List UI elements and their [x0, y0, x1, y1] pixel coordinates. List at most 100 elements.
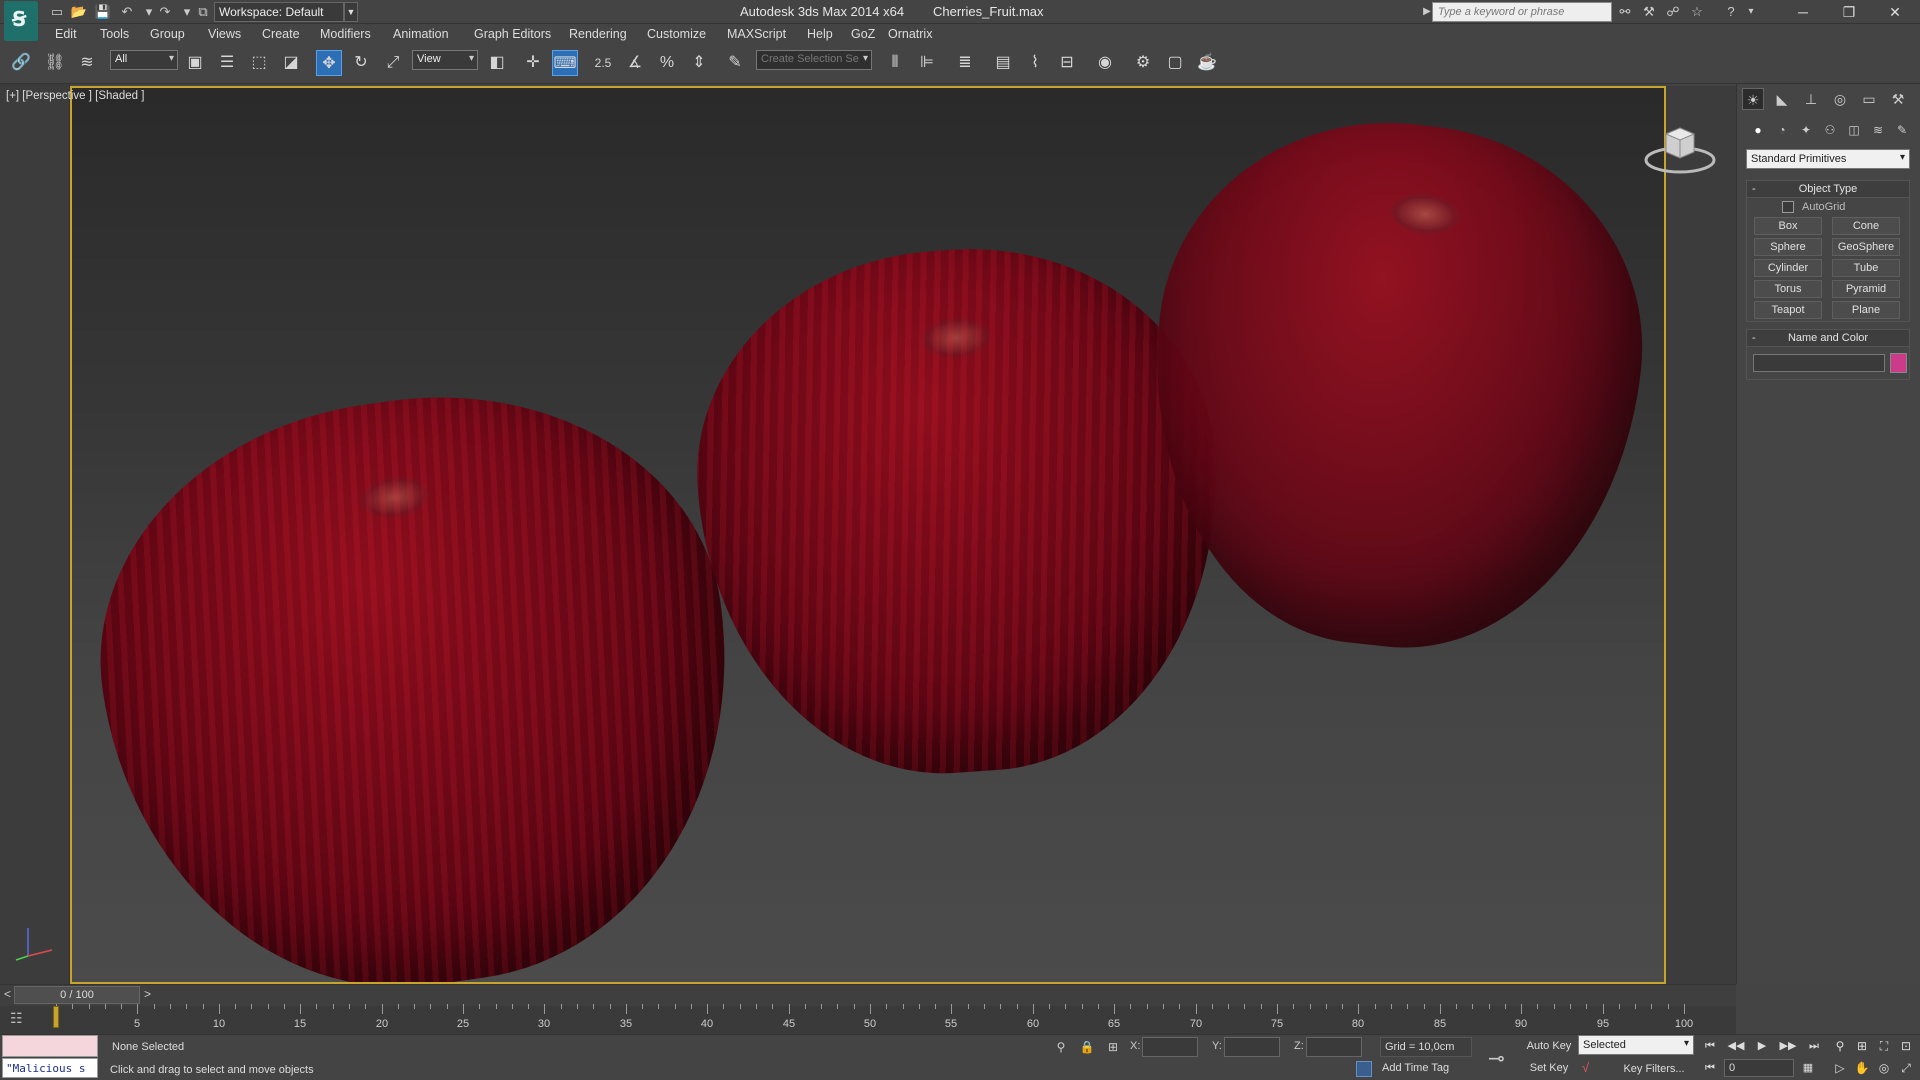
time-slider-prev[interactable]: < — [4, 987, 11, 1001]
plane-button[interactable]: Plane — [1832, 301, 1900, 319]
redo-icon[interactable]: ↷ — [156, 3, 174, 21]
primitive-type-dropdown[interactable]: Standard Primitives — [1746, 149, 1910, 169]
lights-icon[interactable]: ✦ — [1796, 120, 1816, 140]
display-tab-icon[interactable]: ▭ — [1858, 88, 1880, 110]
frame-ruler[interactable]: 5 10 15 20 25 30 35 40 45 50 55 60 65 70 75 80 85 90 95 100 — [56, 1004, 1693, 1034]
snap-toggle-icon[interactable]: 2.5 — [590, 50, 616, 76]
favorites-star-icon[interactable]: ☆ — [1688, 3, 1706, 21]
menu-graph-editors[interactable]: Graph Editors — [474, 27, 551, 41]
create-tab-icon[interactable]: ☀ — [1742, 88, 1764, 110]
hierarchy-tab-icon[interactable]: ⊥ — [1800, 88, 1822, 110]
geometry-icon[interactable]: ● — [1748, 120, 1768, 140]
z-coordinate-input[interactable] — [1306, 1037, 1362, 1057]
viewcube-icon[interactable] — [1644, 120, 1716, 176]
current-frame-input[interactable]: 0 — [1724, 1059, 1794, 1077]
maxscript-listener-input[interactable]: "Malicious s — [2, 1058, 98, 1078]
project-folder-icon[interactable]: ⧉ — [194, 3, 212, 21]
cylinder-button[interactable]: Cylinder — [1754, 259, 1822, 277]
menu-help[interactable]: Help — [807, 27, 833, 41]
curve-editor-icon[interactable]: ⌇ — [1022, 50, 1048, 76]
workspace-dropdown[interactable]: Workspace: Default — [214, 2, 344, 22]
menu-maxscript[interactable]: MAXScript — [727, 27, 786, 41]
go-to-start-icon[interactable]: ⏮ — [1700, 1037, 1720, 1055]
new-file-icon[interactable]: ▭ — [48, 3, 66, 21]
time-tag-icon[interactable] — [1356, 1061, 1372, 1077]
set-key-curve-icon[interactable]: √ — [1582, 1060, 1589, 1075]
helpers-icon[interactable]: ◫ — [1844, 120, 1864, 140]
apple-middle[interactable] — [682, 232, 1236, 790]
name-and-color-rollout-header[interactable]: - Name and Color — [1746, 329, 1910, 347]
cameras-icon[interactable]: ⚇ — [1820, 120, 1840, 140]
unlink-icon[interactable]: ⛓ — [42, 50, 68, 76]
key-mode-toggle-icon[interactable]: ⏮ — [1700, 1059, 1720, 1077]
minimize-button[interactable]: ─ — [1780, 0, 1826, 24]
perspective-viewport[interactable] — [70, 86, 1666, 984]
mini-curve-editor-icon[interactable]: ☷ — [10, 1010, 34, 1028]
current-time-marker[interactable] — [53, 1006, 59, 1028]
apple-left[interactable] — [72, 359, 768, 982]
maxscript-listener-output[interactable] — [2, 1035, 98, 1057]
select-and-link-icon[interactable]: 🔗 — [8, 50, 34, 76]
zoom-all-icon[interactable]: ⊞ — [1852, 1037, 1872, 1055]
apple-right[interactable] — [1128, 100, 1664, 670]
time-slider-next[interactable]: > — [144, 987, 151, 1001]
utilities-tab-icon[interactable]: ⚒ — [1887, 88, 1909, 110]
schematic-view-icon[interactable]: ⊟ — [1054, 50, 1080, 76]
play-icon[interactable]: ▶ — [1752, 1037, 1772, 1055]
selection-filter-dropdown[interactable]: All — [110, 50, 178, 70]
menu-group[interactable]: Group — [150, 27, 185, 41]
reference-coordinate-dropdown[interactable]: View — [412, 50, 478, 70]
render-setup-icon[interactable]: ⚙ — [1130, 50, 1156, 76]
maximize-viewport-icon[interactable]: ⤢ — [1896, 1059, 1916, 1077]
teapot-button[interactable]: Teapot — [1754, 301, 1822, 319]
help-icon[interactable]: ? — [1722, 3, 1740, 21]
box-button[interactable]: Box — [1754, 217, 1822, 235]
x-coordinate-input[interactable] — [1142, 1037, 1198, 1057]
keyboard-shortcut-override-icon[interactable]: ⌨ — [552, 50, 578, 76]
help-dropdown-icon[interactable]: ▾ — [1742, 3, 1760, 21]
pyramid-button[interactable]: Pyramid — [1832, 280, 1900, 298]
shapes-icon[interactable]: ◔ — [1772, 120, 1792, 140]
menu-views[interactable]: Views — [208, 27, 241, 41]
percent-snap-icon[interactable]: % — [654, 50, 680, 76]
menu-create[interactable]: Create — [262, 27, 300, 41]
y-coordinate-input[interactable] — [1224, 1037, 1280, 1057]
cone-button[interactable]: Cone — [1832, 217, 1900, 235]
graphite-ribbon-icon[interactable]: ▤ — [990, 50, 1016, 76]
zoom-icon[interactable]: ⚲ — [1830, 1037, 1850, 1055]
geosphere-button[interactable]: GeoSphere — [1832, 238, 1900, 256]
render-production-icon[interactable]: ☕ — [1194, 50, 1220, 76]
edit-named-selection-icon[interactable]: ✎ — [722, 50, 748, 76]
zoom-extents-icon[interactable]: ⛶ — [1874, 1037, 1894, 1055]
select-object-icon[interactable]: ▣ — [182, 50, 208, 76]
menu-modifiers[interactable]: Modifiers — [320, 27, 371, 41]
binoculars-icon[interactable]: ⚯ — [1616, 3, 1634, 21]
rectangular-selection-icon[interactable]: ⬚ — [246, 50, 272, 76]
default-in-out-tangents-key-icon[interactable]: ⊸ — [1488, 1046, 1505, 1071]
space-warps-icon[interactable]: ≋ — [1868, 120, 1888, 140]
communication-center-icon[interactable]: ☍ — [1664, 3, 1682, 21]
select-and-rotate-icon[interactable]: ↻ — [348, 50, 374, 76]
menu-goz[interactable]: GoZ — [851, 27, 875, 41]
menu-ornatrix[interactable]: Ornatrix — [888, 27, 932, 41]
next-frame-icon[interactable]: ▶▶ — [1778, 1037, 1798, 1055]
isolate-selection-icon[interactable]: ⚲ — [1052, 1038, 1070, 1056]
restore-button[interactable]: ❐ — [1826, 0, 1872, 24]
auto-key-button[interactable]: Auto Key — [1526, 1037, 1572, 1055]
add-time-tag-button[interactable]: Add Time Tag — [1382, 1062, 1449, 1074]
sphere-button[interactable]: Sphere — [1754, 238, 1822, 256]
open-file-icon[interactable]: 📂 — [70, 3, 88, 21]
pan-view-icon[interactable]: ✋ — [1852, 1059, 1872, 1077]
orbit-icon[interactable]: ◎ — [1874, 1059, 1894, 1077]
tube-button[interactable]: Tube — [1832, 259, 1900, 277]
named-selection-set-dropdown[interactable]: Create Selection Se — [756, 50, 872, 70]
menu-customize[interactable]: Customize — [647, 27, 706, 41]
time-slider-thumb[interactable]: 0 / 100 — [14, 986, 140, 1004]
search-input[interactable]: Type a keyword or phrase — [1432, 2, 1612, 22]
modify-tab-icon[interactable]: ◣ — [1771, 88, 1793, 110]
menu-tools[interactable]: Tools — [100, 27, 129, 41]
object-type-rollout-header[interactable]: - Object Type — [1746, 180, 1910, 198]
motion-tab-icon[interactable]: ◎ — [1829, 88, 1851, 110]
key-mode-selection-dropdown[interactable]: Selected — [1578, 1035, 1694, 1055]
set-key-button[interactable]: Set Key — [1526, 1059, 1572, 1077]
